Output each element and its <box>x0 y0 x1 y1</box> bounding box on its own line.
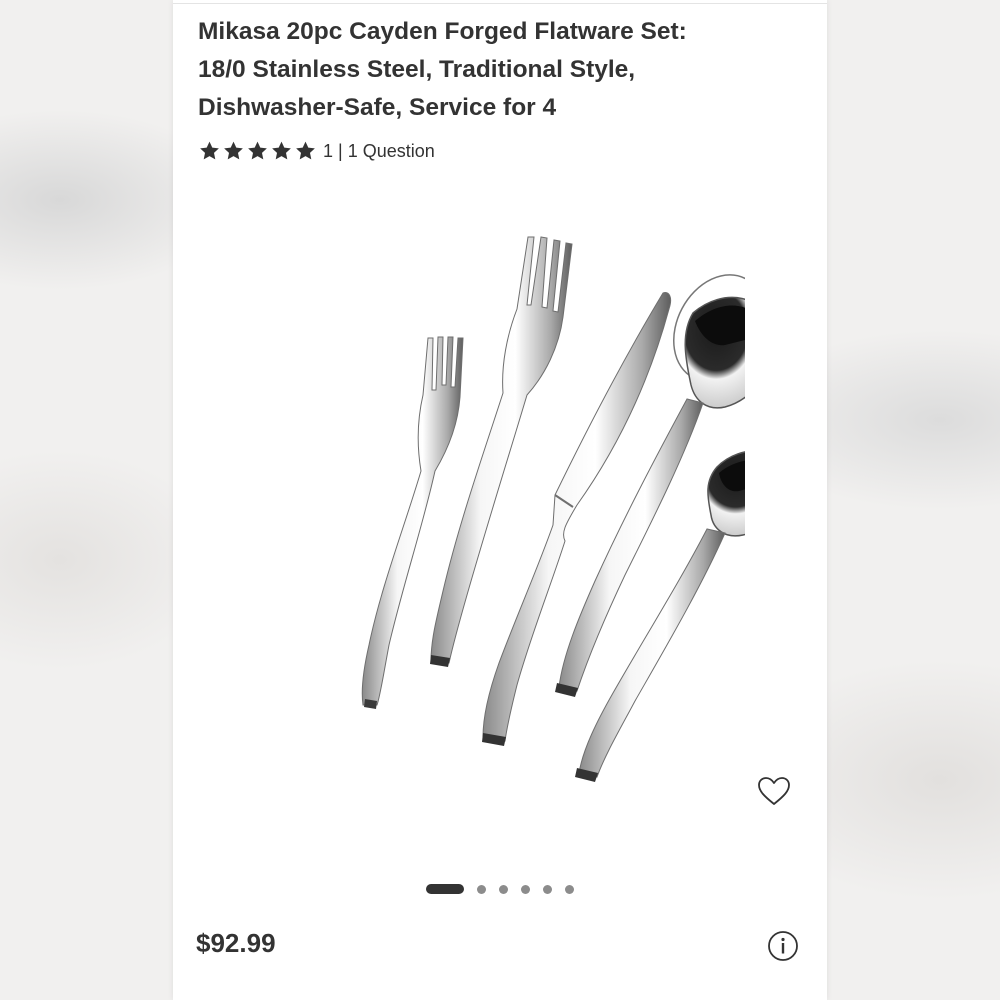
image-carousel-indicator <box>426 884 587 894</box>
product-title: Mikasa 20pc Cayden Forged Flatware Set: … <box>198 13 798 127</box>
star-icon <box>294 140 317 162</box>
star-icon <box>198 140 221 162</box>
card-top-divider <box>173 3 827 4</box>
product-title-line-2: 18/0 Stainless Steel, Traditional Style, <box>198 56 636 83</box>
rating-row[interactable]: 1 | 1 Question <box>198 138 435 164</box>
product-price: $92.99 <box>196 928 276 958</box>
carousel-dot[interactable] <box>499 884 508 894</box>
carousel-dot[interactable] <box>565 884 574 894</box>
product-title-line-3: Dishwasher-Safe, Service for 4 <box>198 94 557 121</box>
rating-count-and-questions[interactable]: 1 | 1 Question <box>323 141 435 162</box>
star-icon <box>246 140 269 162</box>
carousel-dot-active[interactable] <box>426 884 464 894</box>
price-info-button[interactable] <box>767 930 799 962</box>
carousel-dot[interactable] <box>543 884 552 894</box>
product-card: Mikasa 20pc Cayden Forged Flatware Set: … <box>173 0 827 1000</box>
wishlist-button[interactable] <box>753 772 795 814</box>
carousel-dot[interactable] <box>521 884 530 894</box>
dinner-fork <box>430 236 573 667</box>
heart-outline-icon <box>757 776 791 811</box>
carousel-dot[interactable] <box>477 884 486 894</box>
product-title-line-1: Mikasa 20pc Cayden Forged Flatware Set: <box>198 18 687 45</box>
product-image[interactable] <box>255 225 745 795</box>
star-rating <box>198 140 317 162</box>
star-icon <box>270 140 293 162</box>
info-circle-icon <box>767 931 799 966</box>
star-icon <box>222 140 245 162</box>
